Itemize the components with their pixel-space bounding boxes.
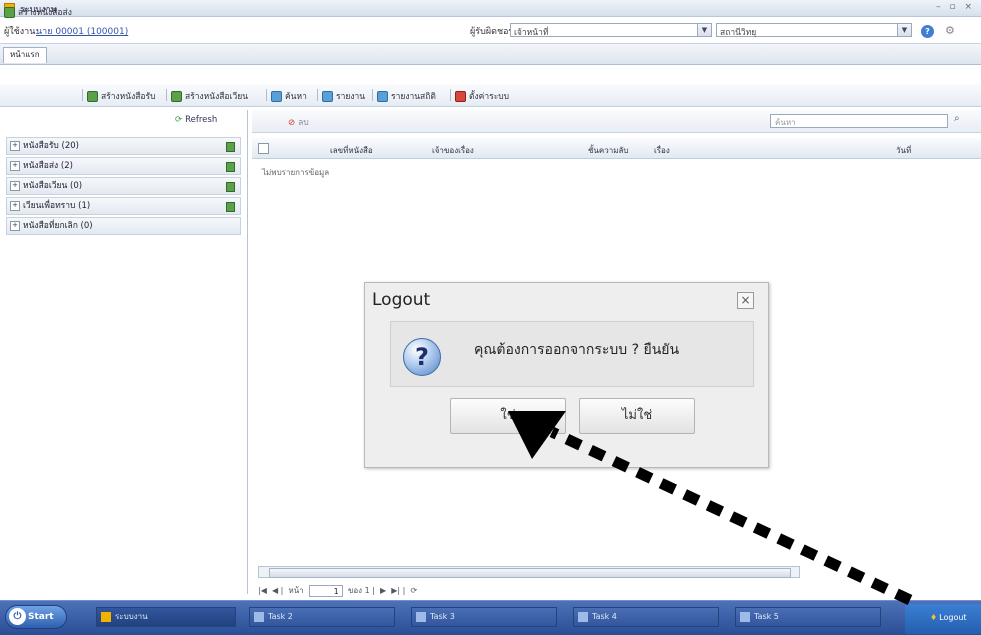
taskbar-item[interactable]: ระบบงาน [96, 607, 236, 627]
window-controls[interactable]: – ▫ × [936, 2, 975, 12]
grid-pager: |◀ ◀ | หน้า 1 ของ 1 | ▶ ▶| | ⟳ [258, 584, 418, 597]
taskbar-item[interactable]: Task 4 [573, 607, 719, 627]
taskbar-item[interactable]: Task 3 [411, 607, 557, 627]
yes-button[interactable]: ใช่ [450, 398, 566, 434]
user-label: ผู้ใช้งาน: [4, 27, 39, 37]
column-header-doc-no[interactable]: เลขที่หนังสือ [330, 144, 373, 157]
expand-icon[interactable]: + [10, 200, 20, 211]
column-header-owner[interactable]: เจ้าของเรื่อง [432, 144, 474, 157]
taskbar-item[interactable]: Task 2 [249, 607, 395, 627]
toolbar-separator [266, 89, 267, 101]
chevron-down-icon: ▼ [697, 24, 711, 36]
window-icon [254, 612, 264, 622]
refresh-button[interactable]: ⟳ Refresh [175, 115, 217, 125]
document-icon[interactable] [226, 142, 235, 152]
toolbar-separator [450, 89, 451, 101]
folder-item-outgoing[interactable]: + หนังสือส่ง (2) [6, 157, 241, 175]
next-page-icon[interactable]: ▶ [380, 586, 386, 595]
no-button[interactable]: ไม่ใช่ [579, 398, 695, 434]
page-label: หน้า [288, 586, 304, 595]
select-all-checkbox[interactable] [258, 143, 269, 154]
expand-icon[interactable]: + [10, 160, 20, 171]
create-outgoing-button[interactable]: สร้างหนังสือส่ง [4, 5, 72, 19]
chart-icon [377, 91, 388, 102]
folder-item-incoming[interactable]: + หนังสือรับ (20) [6, 137, 241, 155]
reload-icon[interactable]: ⟳ [410, 586, 417, 595]
page-number-input[interactable]: 1 [308, 584, 343, 597]
search-icon[interactable]: ⌕ [954, 113, 960, 124]
folder-item-circular[interactable]: + หนังสือเวียน (0) [6, 177, 241, 195]
settings-button[interactable]: ตั้งค่าระบบ [455, 89, 509, 103]
power-icon: ⏻ [9, 608, 26, 625]
user-id-link[interactable]: นาย 00001 (100001) [36, 24, 128, 38]
window-icon [578, 612, 588, 622]
toolbar-separator [317, 89, 318, 101]
document-add-icon [4, 7, 15, 18]
report-icon [322, 91, 333, 102]
column-header-secrecy[interactable]: ชั้นความลับ [588, 144, 629, 157]
expand-icon[interactable]: + [10, 180, 20, 191]
create-circular-button[interactable]: สร้างหนังสือเวียน [171, 89, 248, 103]
search-icon [271, 91, 282, 102]
dialog-title: Logout [372, 290, 431, 310]
search-button[interactable]: ค้นหา [271, 89, 307, 103]
question-icon: ? [403, 338, 441, 376]
location-select-value: เจ้าหน้าที่ [514, 28, 549, 38]
window-icon [740, 612, 750, 622]
chevron-down-icon: ▼ [897, 24, 911, 36]
create-incoming-button[interactable]: สร้างหนังสือรับ [87, 89, 156, 103]
delete-button[interactable]: ⊘ ลบ [288, 115, 309, 129]
folder-item-notify[interactable]: + เวียนเพื่อทราบ (1) [6, 197, 241, 215]
document-icon[interactable] [226, 202, 235, 212]
toolbar-separator [82, 89, 83, 101]
refresh-icon: ⟳ [175, 115, 183, 125]
help-icon[interactable]: ? [921, 25, 934, 38]
window-icon [416, 612, 426, 622]
document-add-icon [87, 91, 98, 102]
department-select[interactable]: สถานีวิทยุ ▼ [716, 23, 912, 38]
empty-grid-message: ไม่พบรายการข้อมูล [262, 168, 330, 177]
expand-icon[interactable]: + [10, 220, 20, 231]
tab-strip: หน้าแรก [0, 43, 981, 65]
document-icon[interactable] [226, 162, 235, 172]
toolbar-separator [166, 89, 167, 101]
taskbar-item[interactable]: Task 5 [735, 607, 881, 627]
column-header-subject[interactable]: เรื่อง [654, 144, 670, 157]
expand-icon[interactable]: + [10, 140, 20, 151]
document-icon[interactable] [226, 182, 235, 192]
folder-icon [101, 612, 111, 622]
start-button[interactable]: ⏻ Start [5, 605, 67, 629]
search-input[interactable]: ค้นหา [770, 114, 948, 128]
settings-icon [455, 91, 466, 102]
gear-icon[interactable]: ⚙ [945, 24, 955, 37]
last-page-icon[interactable]: ▶| [391, 586, 400, 595]
column-header-date[interactable]: วันที่ [896, 144, 911, 157]
dialog-message: คุณต้องการออกจากระบบ ? ยืนยัน [474, 342, 680, 358]
report-button[interactable]: รายงาน [322, 89, 365, 103]
delete-icon: ⊘ [288, 118, 296, 128]
scrollbar-thumb[interactable] [269, 568, 791, 578]
page-count: ของ 1 [347, 586, 370, 595]
location-select[interactable]: เจ้าหน้าที่ ▼ [510, 23, 712, 38]
first-page-icon[interactable]: |◀ [258, 586, 267, 595]
tray-logout-button[interactable]: ♦ Logout [930, 613, 967, 622]
prev-page-icon[interactable]: ◀ [272, 586, 278, 595]
toolbar-separator [372, 89, 373, 101]
folder-item-cancelled[interactable]: + หนังสือที่ยกเลิก (0) [6, 217, 241, 235]
key-icon: ♦ [930, 613, 938, 622]
tab-home[interactable]: หน้าแรก [3, 47, 47, 63]
department-select-value: สถานีวิทยุ [720, 28, 757, 38]
horizontal-scrollbar[interactable] [258, 566, 800, 578]
document-add-icon [171, 91, 182, 102]
statistics-report-button[interactable]: รายงานสถิติ [377, 89, 436, 103]
window-titlebar: ระบบงาน – ▫ × [0, 0, 981, 17]
close-icon[interactable]: × [737, 292, 754, 309]
